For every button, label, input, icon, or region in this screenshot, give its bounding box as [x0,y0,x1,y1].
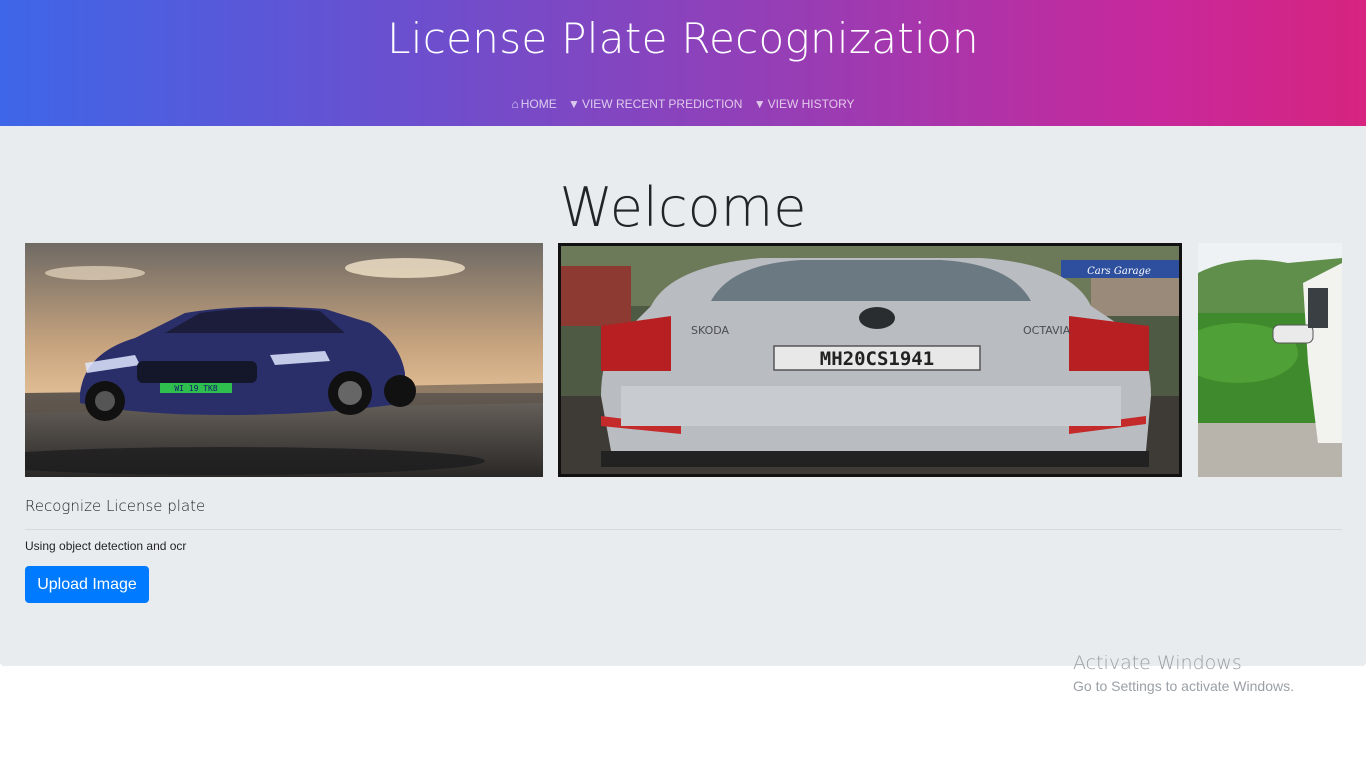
activate-windows-subtitle: Go to Settings to activate Windows. [1073,678,1294,694]
image-carousel[interactable]: WI 19 TKB Cars Garage SKODA OCTAVIA MH20… [25,243,1342,477]
carousel-slide-blue-car: WI 19 TKB [25,243,543,477]
welcome-heading: Welcome [559,176,807,239]
brand-right-text: OCTAVIA [1023,324,1071,337]
nav-recent-prediction[interactable]: ▼ VIEW RECENT PREDICTION [568,97,742,111]
carousel-slide-silver-car: Cars Garage SKODA OCTAVIA MH20CS1941 [558,243,1182,477]
carousel-slide-white-suv [1198,243,1342,477]
nav-history-label: VIEW HISTORY [767,97,855,111]
nav-recent-prediction-label: VIEW RECENT PREDICTION [581,97,743,111]
top-nav: ⌂ HOME ▼ VIEW RECENT PREDICTION ▼ VIEW HIST… [0,97,1366,111]
white-suv-image [1198,243,1342,477]
silver-car-image: Cars Garage SKODA OCTAVIA MH20CS1941 [561,246,1179,474]
nav-home-label: HOME [520,97,557,111]
nav-history[interactable]: ▼ VIEW HISTORY [754,97,855,111]
download-circle-icon: ▼ [753,97,766,111]
app-title: License Plate Recognization [387,14,979,63]
activate-windows-watermark: Activate Windows Go to Settings to activ… [1073,652,1294,694]
upload-image-button[interactable]: Upload Image [25,566,149,603]
divider [25,529,1342,530]
image-watermark-text: Cars Garage [1087,266,1151,277]
home-icon: ⌂ [511,97,519,111]
nav-home[interactable]: ⌂ HOME [511,97,556,111]
recognize-subtitle: Recognize License plate [25,497,206,515]
blue-car-image: WI 19 TKB [25,243,543,477]
brand-left-text: SKODA [691,324,730,337]
plate-text-slide-1: WI 19 TKB [174,384,218,393]
caption-text: Using object detection and ocr [25,539,187,553]
download-circle-icon: ▼ [568,97,580,111]
header-banner: License Plate Recognization ⌂ HOME ▼ VIEW … [0,0,1366,126]
activate-windows-title: Activate Windows [1073,652,1242,674]
plate-text-slide-2: MH20CS1941 [820,348,934,370]
jumbotron: Welcome WI 19 TKB Cars Garage SKODA OCTA… [0,126,1366,666]
